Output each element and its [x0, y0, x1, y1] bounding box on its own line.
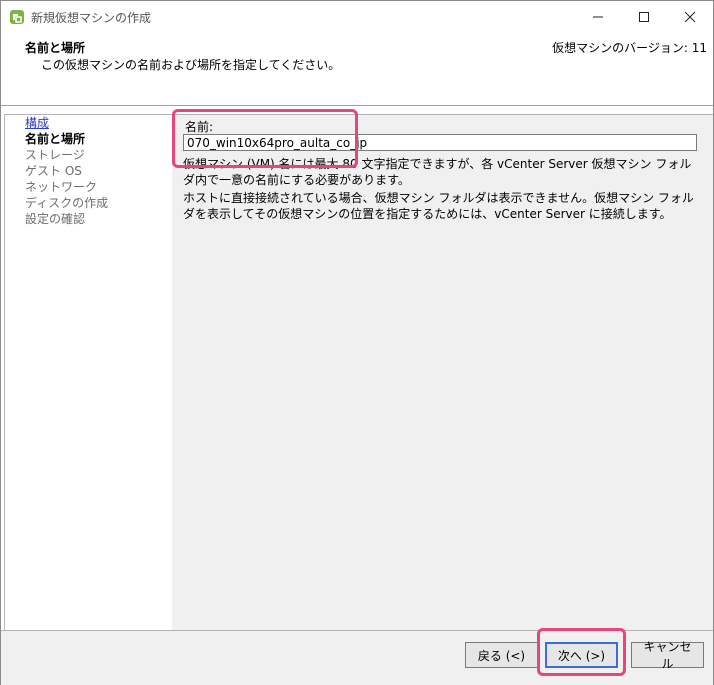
window-title: 新規仮想マシンの作成: [31, 11, 152, 25]
nav-step-name-location: 名前と場所: [25, 132, 86, 146]
maximize-button[interactable]: [621, 1, 667, 33]
back-button[interactable]: 戻る (<): [465, 642, 538, 668]
vm-name-input[interactable]: [183, 134, 697, 151]
minimize-icon: [593, 16, 603, 18]
nav-step-network: ネットワーク: [25, 180, 98, 194]
name-help-text: 仮想マシン (VM) 名には最大 80 文字指定できますが、各 vCenter …: [183, 157, 692, 187]
next-button[interactable]: 次へ (>): [545, 642, 618, 668]
minimize-button[interactable]: [575, 1, 621, 33]
nav-step-storage: ストレージ: [25, 148, 85, 162]
close-icon: [684, 11, 696, 23]
wizard-steps-nav: 構成 名前と場所 ストレージ ゲスト OS ネットワーク ディスクの作成 設定の…: [4, 114, 173, 631]
maximize-icon: [639, 12, 649, 22]
vm-version-label: 仮想マシンのバージョン: 11: [552, 41, 707, 55]
content-panel: 名前: 仮想マシン (VM) 名には最大 80 文字指定できますが、各 vCen…: [172, 114, 713, 630]
wizard-window: 新規仮想マシンの作成 名前と場所 この仮想マシンの名前および場所を指定してくださ…: [0, 0, 714, 685]
vsphere-app-icon: [9, 9, 25, 25]
nav-step-create-disk: ディスクの作成: [25, 196, 109, 210]
page-title: 名前と場所: [25, 41, 86, 55]
wizard-footer: 戻る (<) 次へ (>) キャンセル: [1, 630, 713, 685]
folder-help-text: ホストに直接接続されている場合、仮想マシン フォルダは表示できません。仮想マシン…: [183, 191, 694, 221]
cancel-button[interactable]: キャンセル: [631, 640, 704, 671]
nav-step-review-settings: 設定の確認: [25, 212, 86, 226]
close-button[interactable]: [667, 1, 713, 33]
nav-step-configuration[interactable]: 構成: [25, 115, 49, 131]
name-label: 名前:: [185, 120, 214, 134]
wizard-header: 名前と場所 この仮想マシンの名前および場所を指定してください。 仮想マシンのバー…: [1, 33, 713, 106]
title-bar: 新規仮想マシンの作成: [1, 1, 713, 33]
page-subtitle: この仮想マシンの名前および場所を指定してください。: [41, 58, 341, 72]
nav-step-guest-os: ゲスト OS: [25, 164, 82, 178]
